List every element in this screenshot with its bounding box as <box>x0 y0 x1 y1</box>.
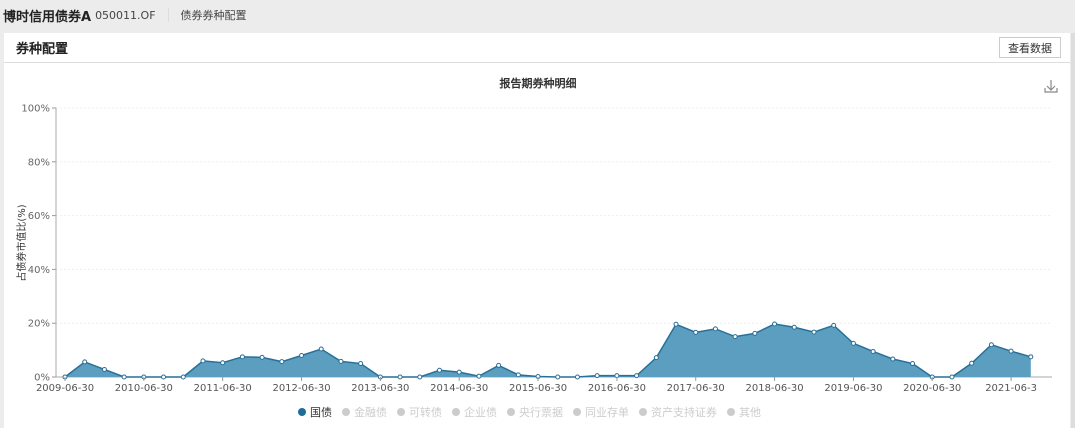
x-tick-label: 2012-06-30 <box>272 383 330 394</box>
y-tick-label: 60% <box>28 211 50 222</box>
data-point <box>397 374 403 380</box>
data-point <box>318 346 324 352</box>
data-point <box>752 330 758 336</box>
download-icon[interactable] <box>1044 80 1058 93</box>
legend-item-其他[interactable]: 其他 <box>727 406 761 419</box>
data-point <box>279 359 285 365</box>
legend-item-可转债[interactable]: 可转债 <box>397 405 442 419</box>
data-point <box>101 366 107 372</box>
data-point <box>456 369 462 375</box>
x-tick-label: 2013-06-30 <box>351 383 409 394</box>
x-tick-label: 2011-06-30 <box>194 383 252 394</box>
data-point <box>791 324 797 330</box>
data-point <box>515 372 521 378</box>
legend-label: 金融债 <box>354 405 387 419</box>
legend-marker <box>573 408 581 416</box>
x-tick-label: 2014-06-30 <box>430 383 488 394</box>
legend-item-金融债[interactable]: 金融债 <box>342 405 387 419</box>
data-point <box>732 334 738 340</box>
legend-marker <box>342 408 350 416</box>
data-point <box>358 361 364 367</box>
y-axis-label: 占债券市值比(%) <box>15 204 28 281</box>
data-point <box>910 361 916 367</box>
data-point <box>338 358 344 364</box>
legend-label: 可转债 <box>409 405 442 419</box>
area-chart: 报告期券种明细 占债券市值比(%) 0% 20% 40% 60% 80% 100% 2009… <box>15 76 1058 419</box>
data-point <box>594 373 600 379</box>
data-point <box>555 374 561 380</box>
legend-marker <box>507 408 515 416</box>
data-point <box>949 374 955 380</box>
legend-label: 央行票据 <box>519 405 563 419</box>
data-point <box>200 358 206 364</box>
data-point <box>161 374 167 380</box>
data-point <box>673 321 679 327</box>
data-point <box>850 340 856 346</box>
data-point <box>574 374 580 380</box>
data-point <box>299 352 305 358</box>
y-tick-label: 80% <box>28 157 50 168</box>
series-area <box>65 324 1031 377</box>
data-point <box>870 348 876 354</box>
data-point <box>1028 354 1034 360</box>
x-tick-label: 2016-06-30 <box>588 383 646 394</box>
y-tick-label: 0% <box>34 373 50 384</box>
data-point <box>436 367 442 373</box>
legend-marker <box>452 408 460 416</box>
data-point <box>220 360 226 366</box>
x-tick-label: 2015-06-30 <box>509 383 567 394</box>
data-point <box>831 322 837 328</box>
data-point <box>653 355 659 361</box>
data-point <box>712 326 718 332</box>
legend-label: 同业存单 <box>585 405 629 419</box>
legend-item-资产支持证券[interactable]: 资产支持证券 <box>639 405 717 419</box>
data-point <box>1008 348 1014 354</box>
legend-marker <box>639 408 647 416</box>
data-point <box>890 356 896 362</box>
x-tick-label: 2010-06-30 <box>115 383 173 394</box>
data-point <box>496 362 502 368</box>
data-point <box>969 360 975 366</box>
data-point <box>239 354 245 360</box>
legend-item-国债[interactable]: 国债 <box>298 405 332 419</box>
legend-label: 资产支持证券 <box>651 405 717 419</box>
x-tick-label: 2017-06-30 <box>667 383 725 394</box>
data-point <box>634 373 640 379</box>
x-tick-label: 2018-06-30 <box>745 383 803 394</box>
data-point <box>988 342 994 348</box>
data-point <box>180 374 186 380</box>
legend-label: 企业债 <box>464 405 497 419</box>
legend-item-央行票据[interactable]: 央行票据 <box>507 405 563 419</box>
data-point <box>121 374 127 380</box>
data-point <box>476 373 482 379</box>
data-point <box>693 329 699 335</box>
y-tick-label: 40% <box>28 265 50 276</box>
x-tick-label: 2021-06-3 <box>985 383 1037 394</box>
legend-label: 其他 <box>739 406 761 419</box>
legend-label: 国债 <box>310 405 332 419</box>
legend-item-企业债[interactable]: 企业债 <box>452 405 497 419</box>
data-point <box>259 354 265 360</box>
data-point <box>772 321 778 327</box>
legend-item-同业存单[interactable]: 同业存单 <box>573 405 629 419</box>
chart-title: 报告期券种明细 <box>500 76 577 90</box>
legend-marker <box>397 408 405 416</box>
data-point <box>417 374 423 380</box>
y-tick-label: 100% <box>21 104 50 115</box>
data-point <box>811 329 817 335</box>
legend-marker <box>727 408 735 416</box>
x-tick-label: 2009-06-30 <box>36 383 94 394</box>
y-tick-label: 20% <box>28 319 50 330</box>
data-point <box>82 359 88 365</box>
x-tick-label: 2020-06-30 <box>903 383 961 394</box>
x-tick-label: 2019-06-30 <box>824 383 882 394</box>
legend-marker <box>298 408 306 416</box>
